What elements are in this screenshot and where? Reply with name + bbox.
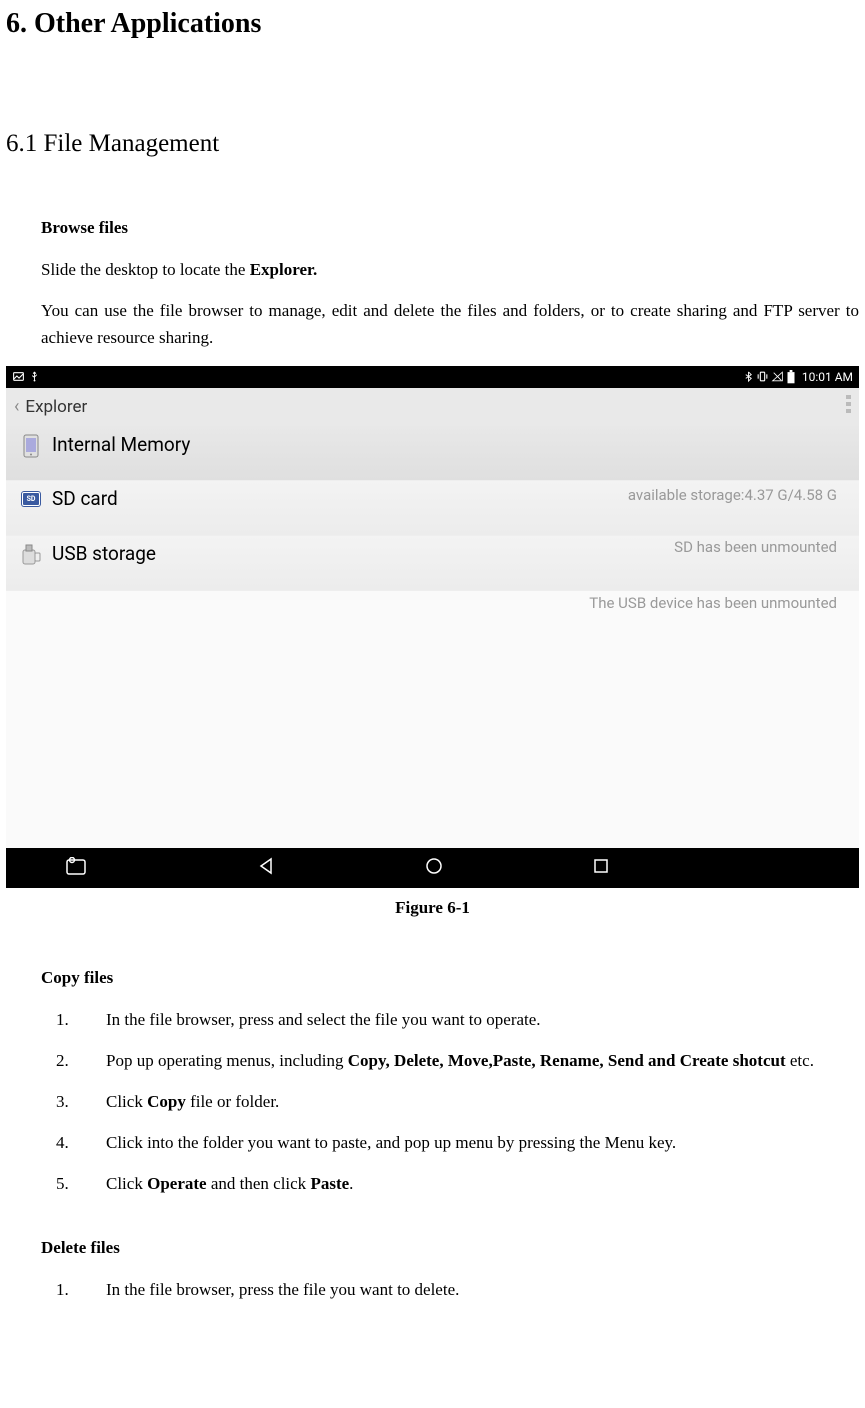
text: and then click xyxy=(207,1174,311,1193)
heading-section: 6.1 File Management xyxy=(6,130,859,158)
status-right: 10:01 AM xyxy=(743,370,853,384)
heading-chapter: 6. Other Applications xyxy=(6,8,859,40)
app-title: Explorer xyxy=(25,397,87,417)
browse-p2: You can use the file browser to manage, … xyxy=(41,297,859,351)
storage-label: USB storage xyxy=(52,542,156,565)
phone-storage-icon xyxy=(16,432,46,458)
text: . xyxy=(349,1174,353,1193)
step-4: Click into the folder you want to paste,… xyxy=(76,1129,859,1156)
nav-recent-icon[interactable] xyxy=(593,858,609,878)
bluetooth-icon xyxy=(743,370,754,383)
usb-icon xyxy=(29,370,40,383)
screenshot-nav-icon[interactable] xyxy=(66,857,88,879)
copy-steps: In the file browser, press and select th… xyxy=(76,1006,859,1198)
copy-files-title: Copy files xyxy=(41,968,859,988)
text: Click xyxy=(106,1174,147,1193)
step-2: Pop up operating menus, including Copy, … xyxy=(76,1047,859,1074)
android-nav-bar xyxy=(6,848,859,888)
usb-storage-icon xyxy=(16,542,46,566)
back-chevron-icon[interactable]: ‹ xyxy=(14,396,19,417)
bold-paste: Paste xyxy=(310,1174,349,1193)
nav-back-icon[interactable] xyxy=(257,857,275,879)
step-1: In the file browser, press and select th… xyxy=(76,1006,859,1033)
text: Pop up operating menus, including xyxy=(106,1051,348,1070)
storage-status: The USB device has been unmounted xyxy=(589,594,837,612)
bold-copy: Copy xyxy=(147,1092,186,1111)
storage-label: Internal Memory xyxy=(52,433,190,456)
battery-icon xyxy=(786,370,796,384)
delete-steps: In the file browser, press the file you … xyxy=(76,1276,859,1303)
browse-p1: Slide the desktop to locate the Explorer… xyxy=(41,256,859,283)
status-left xyxy=(12,370,40,383)
bold-explorer: Explorer. xyxy=(250,260,318,279)
text: Click xyxy=(106,1092,147,1111)
status-bar: 10:01 AM xyxy=(6,366,859,388)
step-3: Click Copy file or folder. xyxy=(76,1088,859,1115)
screenshot-figure: 10:01 AM ‹ Explorer Internal Memory avai… xyxy=(6,366,859,888)
storage-list: Internal Memory available storage:4.37 G… xyxy=(6,426,859,848)
step-5: Click Operate and then click Paste. xyxy=(76,1170,859,1197)
text: Slide the desktop to locate the xyxy=(41,260,250,279)
bold-menus: Copy, Delete, Move,Paste, Rename, Send a… xyxy=(348,1051,786,1070)
storage-item-internal[interactable]: Internal Memory available storage:4.37 G… xyxy=(6,426,859,481)
browse-files-title: Browse files xyxy=(41,218,859,238)
storage-item-sdcard[interactable]: SD SD card SD has been unmounted xyxy=(6,481,859,536)
status-time: 10:01 AM xyxy=(802,370,853,384)
nav-home-icon[interactable] xyxy=(425,857,443,879)
vibrate-icon xyxy=(756,370,769,383)
step-1: In the file browser, press the file you … xyxy=(76,1276,859,1303)
storage-label: SD card xyxy=(52,487,118,510)
delete-files-title: Delete files xyxy=(41,1238,859,1258)
text: etc. xyxy=(786,1051,814,1070)
storage-item-usb[interactable]: USB storage The USB device has been unmo… xyxy=(6,536,859,591)
image-icon xyxy=(12,370,25,383)
sd-card-icon: SD xyxy=(16,490,46,506)
figure-caption: Figure 6-1 xyxy=(6,898,859,918)
no-signal-icon xyxy=(771,370,784,383)
bold-operate: Operate xyxy=(147,1174,206,1193)
text: file or folder. xyxy=(186,1092,279,1111)
overflow-menu-icon[interactable] xyxy=(846,395,851,418)
app-header: ‹ Explorer xyxy=(6,388,859,426)
